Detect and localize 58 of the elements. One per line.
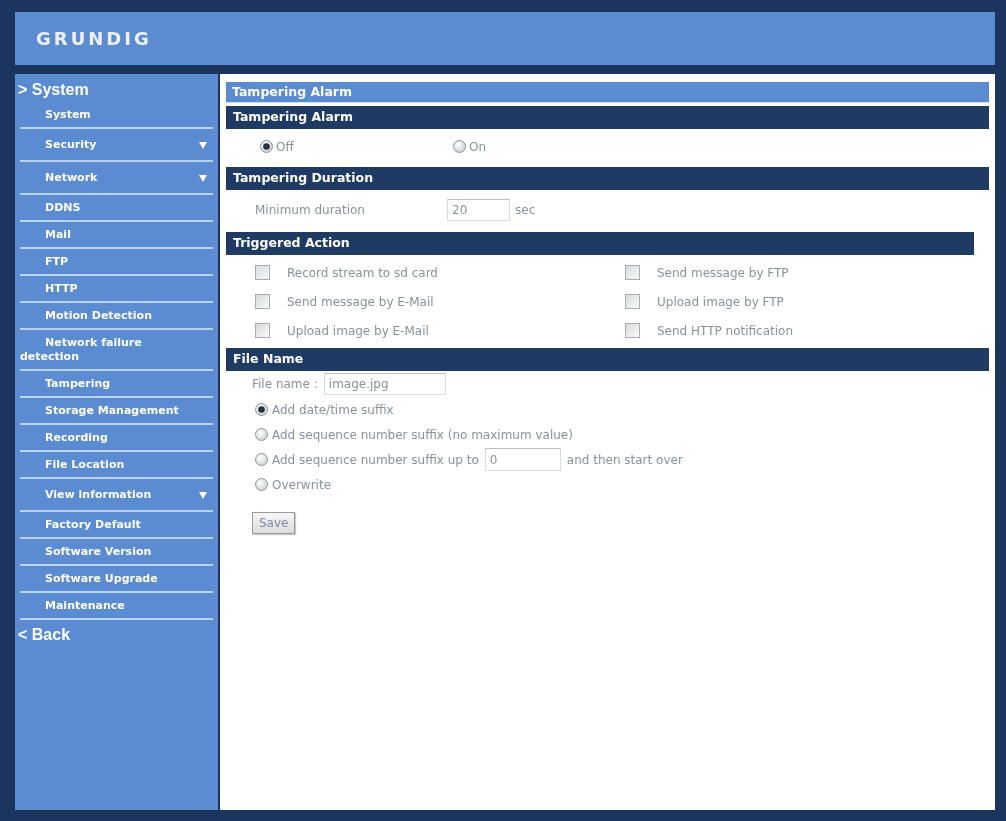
field-label: Minimum duration: [255, 201, 366, 219]
checkbox[interactable]: [625, 294, 640, 309]
checkbox[interactable]: [625, 265, 640, 280]
section-header: Tampering Duration: [226, 167, 989, 190]
checkbox-label: Send message by FTP: [657, 264, 789, 282]
checkbox-label: Send message by E-Mail: [287, 293, 434, 311]
sidebar-item[interactable]: Network failure detection: [20, 330, 213, 371]
save-button[interactable]: Save: [252, 512, 296, 534]
sidebar-item[interactable]: Recording: [20, 425, 213, 452]
radio-button[interactable]: [255, 453, 268, 466]
section-header: File Name: [226, 348, 989, 371]
sidebar-item[interactable]: Mail: [20, 222, 213, 249]
page-title: Tampering Alarm: [226, 82, 989, 103]
sidebar-item[interactable]: Tampering: [20, 371, 213, 398]
sidebar-item[interactable]: FTP: [20, 249, 213, 276]
sidebar-item[interactable]: DDNS: [20, 195, 213, 222]
checkbox-label: Send HTTP notification: [657, 322, 794, 340]
checkbox-label: Upload image by FTP: [657, 293, 784, 311]
checkbox[interactable]: [255, 265, 270, 280]
sidebar-item[interactable]: Storage Management: [20, 398, 213, 425]
file-name-field[interactable]: image.jpg: [323, 373, 446, 395]
sidebar-item[interactable]: Software Upgrade: [20, 566, 213, 593]
radio-label: Add date/time suffix: [272, 401, 394, 419]
sidebar-item[interactable]: Motion Detection: [20, 303, 213, 330]
sequence-limit-field[interactable]: 0: [484, 448, 561, 471]
radio-button[interactable]: [260, 140, 273, 153]
sidebar-item[interactable]: View information: [20, 479, 213, 512]
sidebar-heading[interactable]: > System: [15, 80, 89, 99]
sidebar-item[interactable]: Factory Default: [20, 512, 213, 539]
field-label: File name :: [252, 376, 318, 393]
checkbox-label: Upload image by E-Mail: [287, 322, 429, 340]
sidebar-item[interactable]: Software Version: [20, 539, 213, 566]
back-link[interactable]: < Back: [15, 625, 71, 644]
radio-label: On: [469, 138, 487, 156]
radio-button[interactable]: [453, 140, 466, 153]
radio-button[interactable]: [255, 403, 268, 416]
checkbox[interactable]: [255, 323, 270, 338]
sidebar-item[interactable]: File Location: [20, 452, 213, 479]
option-suffix-text: and then start over: [566, 451, 683, 469]
checkbox[interactable]: [625, 323, 640, 338]
radio-label: Add sequence number suffix up to: [272, 451, 479, 469]
radio-label: Add sequence number suffix (no maximum value): [272, 426, 573, 444]
section-header: Tampering Alarm: [226, 106, 989, 129]
sidebar-item[interactable]: Security: [20, 129, 213, 162]
unit-label: sec: [515, 201, 536, 219]
checkbox[interactable]: [255, 294, 270, 309]
duration-field[interactable]: 20: [447, 198, 510, 221]
sidebar-item[interactable]: HTTP: [20, 276, 213, 303]
sidebar-item[interactable]: Maintenance: [20, 593, 213, 620]
sidebar-item[interactable]: Network: [20, 162, 213, 195]
logo: GRUNDIG: [36, 29, 152, 48]
section-header: Triggered Action: [226, 232, 974, 255]
radio-label: Overwrite: [272, 476, 332, 494]
radio-label: Off: [276, 138, 294, 156]
sidebar-item[interactable]: System: [20, 102, 213, 129]
radio-button[interactable]: [255, 428, 268, 441]
radio-button[interactable]: [255, 478, 268, 491]
checkbox-label: Record stream to sd card: [287, 264, 438, 282]
